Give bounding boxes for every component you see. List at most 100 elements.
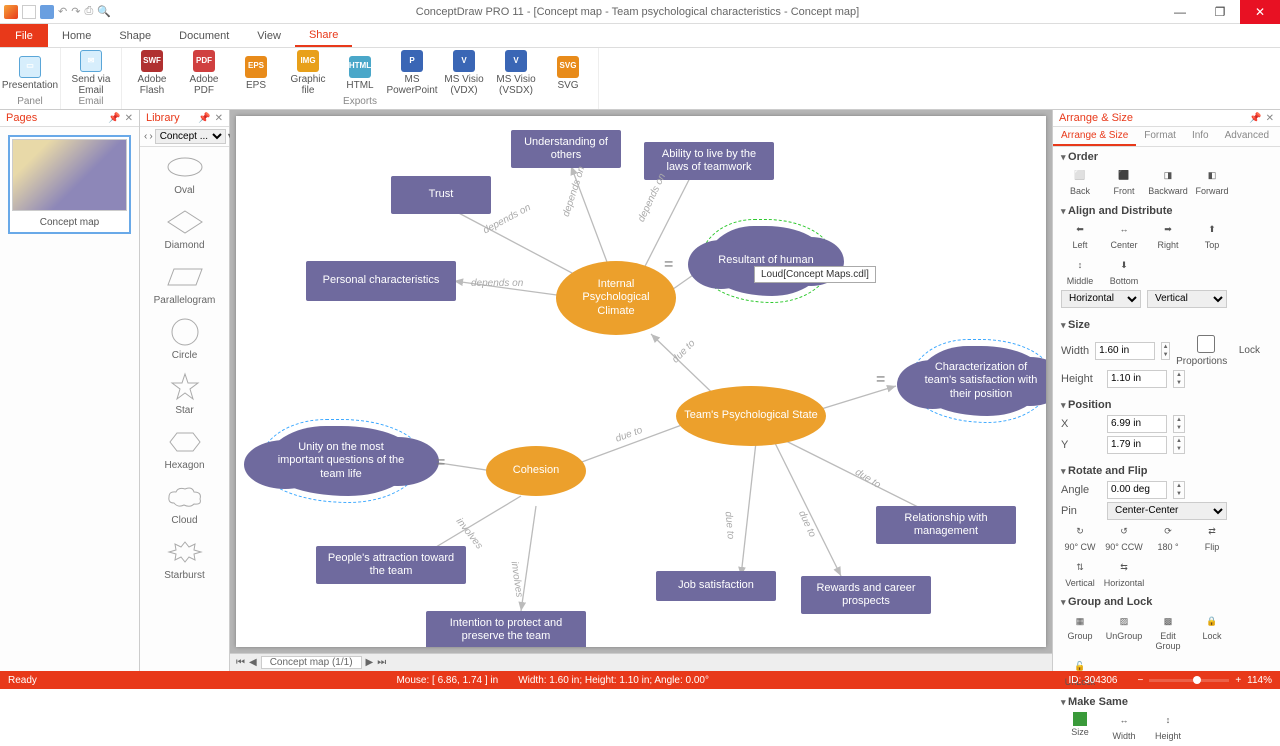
width-spinner[interactable]: ▲▼ [1161, 342, 1170, 360]
node-internal[interactable]: Internal Psychological Climate [556, 261, 676, 335]
qat-new-icon[interactable] [22, 5, 36, 19]
subtab-advanced[interactable]: Advanced [1217, 127, 1277, 146]
node-understanding[interactable]: Understanding of others [511, 130, 621, 168]
align-center-button[interactable]: ↔Center [1105, 221, 1143, 251]
presentation-button[interactable]: ▭Presentation [8, 56, 52, 91]
align-left-button[interactable]: ⬅Left [1061, 221, 1099, 251]
subtab-info[interactable]: Info [1184, 127, 1217, 146]
library-select[interactable]: Concept ... [155, 129, 226, 144]
shape-parallelogram[interactable]: Parallelogram [140, 257, 229, 312]
node-personal[interactable]: Personal characteristics [306, 261, 456, 301]
flip-v-button[interactable]: ⇅Vertical [1061, 559, 1099, 589]
node-cohesion[interactable]: Cohesion [486, 446, 586, 496]
shape-diamond[interactable]: Diamond [140, 202, 229, 257]
order-back-button[interactable]: ⬜Back [1061, 167, 1099, 197]
node-jobsat[interactable]: Job satisfaction [656, 571, 776, 601]
align-bottom-button[interactable]: ⬇Bottom [1105, 257, 1143, 287]
library-close-icon[interactable]: ✕ [215, 113, 223, 124]
node-trust[interactable]: Trust [391, 176, 491, 214]
library-pin-icon[interactable]: 📌 [198, 113, 210, 124]
zoom-out-icon[interactable]: − [1137, 675, 1143, 686]
align-middle-button[interactable]: ↕Middle [1061, 257, 1099, 287]
shape-circle[interactable]: Circle [140, 312, 229, 367]
qat-preview-icon[interactable]: 🔍 [97, 5, 111, 18]
distribute-h-select[interactable]: Horizontal [1061, 290, 1141, 308]
page-prev-icon[interactable]: ◀ [249, 657, 257, 668]
order-forward-button[interactable]: ◧Forward [1193, 167, 1231, 197]
subtab-format[interactable]: Format [1136, 127, 1184, 146]
group-button[interactable]: ▦Group [1061, 612, 1099, 652]
node-intention[interactable]: Intention to protect and preserve the te… [426, 611, 586, 647]
tab-home[interactable]: Home [48, 24, 105, 47]
same-width-button[interactable]: ↔Width [1105, 712, 1143, 742]
rotate-180-button[interactable]: ⟳180 ° [1149, 523, 1187, 553]
zoom-slider[interactable] [1149, 679, 1229, 682]
lock-button[interactable]: 🔒Lock [1193, 612, 1231, 652]
shape-star[interactable]: Star [140, 367, 229, 422]
send-email-button[interactable]: ✉Send via Email [69, 50, 113, 96]
export-vdx-button[interactable]: VMS Visio (VDX) [442, 50, 486, 96]
ungroup-button[interactable]: ▨UnGroup [1105, 612, 1143, 652]
zoom-in-icon[interactable]: + [1235, 675, 1241, 686]
align-top-button[interactable]: ⬆Top [1193, 221, 1231, 251]
y-input[interactable] [1107, 436, 1167, 454]
order-front-button[interactable]: ⬛Front [1105, 167, 1143, 197]
qat-undo-icon[interactable]: ↶ [58, 5, 67, 18]
minimize-button[interactable]: — [1160, 0, 1200, 24]
node-unity[interactable]: Unity on the most important questions of… [266, 426, 416, 496]
lib-next-icon[interactable]: › [149, 131, 152, 142]
distribute-v-select[interactable]: Vertical [1147, 290, 1227, 308]
page-next-icon[interactable]: ▶ [366, 657, 374, 668]
file-tab[interactable]: File [0, 24, 48, 47]
same-height-button[interactable]: ↕Height [1149, 712, 1187, 742]
same-size-button[interactable]: Size [1061, 712, 1099, 742]
qat-redo-icon[interactable]: ↷ [71, 5, 80, 18]
angle-spinner[interactable]: ▲▼ [1173, 481, 1185, 499]
x-spinner[interactable]: ▲▼ [1173, 415, 1185, 433]
node-attraction[interactable]: People's attraction toward the team [316, 546, 466, 584]
shape-oval[interactable]: Oval [140, 147, 229, 202]
node-characterization[interactable]: Characterization of team's satisfaction … [916, 346, 1046, 416]
drawing-canvas[interactable]: Trust Understanding of others Ability to… [236, 116, 1046, 647]
angle-input[interactable] [1107, 481, 1167, 499]
shape-hexagon[interactable]: Hexagon [140, 422, 229, 477]
page-last-icon[interactable]: ⏭ [377, 657, 386, 668]
x-input[interactable] [1107, 415, 1167, 433]
export-eps-button[interactable]: EPSEPS [234, 56, 278, 91]
export-flash-button[interactable]: SWFAdobe Flash [130, 50, 174, 96]
flip-button[interactable]: ⇄Flip [1193, 523, 1231, 553]
lock-proportions-check[interactable] [1176, 335, 1236, 353]
arrange-pin-icon[interactable]: 📌 [1249, 113, 1261, 124]
node-rewards[interactable]: Rewards and career prospects [801, 576, 931, 614]
node-relationship[interactable]: Relationship with management [876, 506, 1016, 544]
height-spinner[interactable]: ▲▼ [1173, 370, 1185, 388]
rotate-cw-button[interactable]: ↻90° CW [1061, 523, 1099, 553]
order-backward-button[interactable]: ◨Backward [1149, 167, 1187, 197]
tab-share[interactable]: Share [295, 24, 352, 47]
y-spinner[interactable]: ▲▼ [1173, 436, 1185, 454]
qat-save-icon[interactable] [40, 5, 54, 19]
subtab-arrange[interactable]: Arrange & Size [1053, 127, 1136, 146]
height-input[interactable] [1107, 370, 1167, 388]
export-graphic-button[interactable]: IMGGraphic file [286, 50, 330, 96]
rotate-ccw-button[interactable]: ↺90° CCW [1105, 523, 1143, 553]
export-html-button[interactable]: HTMLHTML [338, 56, 382, 91]
page-thumb[interactable]: Concept map [8, 135, 131, 234]
lib-prev-icon[interactable]: ‹ [144, 131, 147, 142]
width-input[interactable] [1095, 342, 1155, 360]
shape-starburst[interactable]: Starburst [140, 532, 229, 587]
page-first-icon[interactable]: ⏮ [236, 657, 245, 668]
node-resultant[interactable]: Resultant of human [706, 226, 826, 296]
pages-close-icon[interactable]: ✕ [125, 113, 133, 124]
arrange-close-icon[interactable]: ✕ [1266, 113, 1274, 124]
align-right-button[interactable]: ➡Right [1149, 221, 1187, 251]
export-svg-button[interactable]: SVGSVG [546, 56, 590, 91]
tab-view[interactable]: View [243, 24, 295, 47]
export-pdf-button[interactable]: PDFAdobe PDF [182, 50, 226, 96]
shape-cloud[interactable]: Cloud [140, 477, 229, 532]
flip-h-button[interactable]: ⇆Horizontal [1105, 559, 1143, 589]
page-tab[interactable]: Concept map (1/1) [261, 656, 362, 669]
export-ppt-button[interactable]: PMS PowerPoint [390, 50, 434, 96]
export-vsdx-button[interactable]: VMS Visio (VSDX) [494, 50, 538, 96]
pages-pin-icon[interactable]: 📌 [108, 113, 120, 124]
